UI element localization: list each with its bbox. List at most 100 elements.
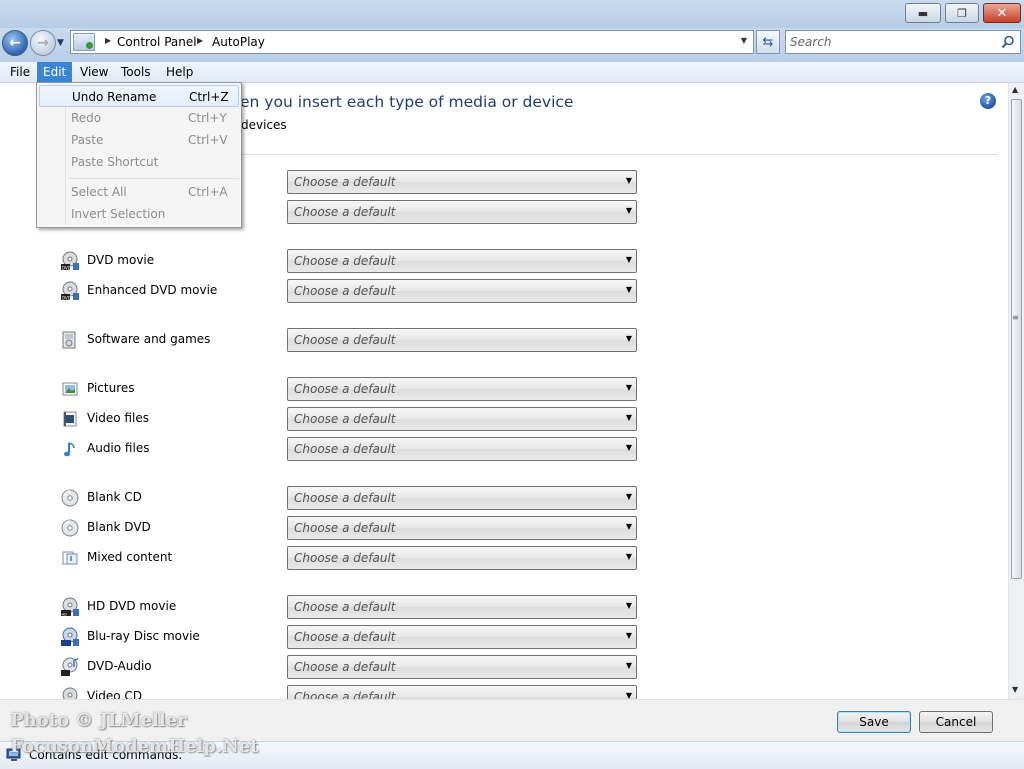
- default-action-select[interactable]: Choose a default ▼: [287, 655, 637, 679]
- chevron-down-icon[interactable]: ▼: [626, 383, 632, 392]
- menu-file[interactable]: File: [4, 62, 36, 82]
- mixed-content-icon: [60, 548, 80, 568]
- default-action-select[interactable]: Choose a default ▼: [287, 249, 637, 273]
- media-type-label: DVD-Audio: [87, 659, 152, 673]
- default-action-select[interactable]: Choose a default ▼: [287, 625, 637, 649]
- vertical-scrollbar[interactable]: ▲ ≡ ▼: [1008, 83, 1024, 699]
- default-action-select[interactable]: Choose a default ▼: [287, 170, 637, 194]
- default-action-select[interactable]: Choose a default ▼: [287, 328, 637, 352]
- refresh-button[interactable]: ⇆: [756, 30, 780, 54]
- media-type-label: Enhanced DVD movie: [87, 283, 218, 297]
- default-action-select[interactable]: Choose a default ▼: [287, 685, 637, 699]
- address-bar[interactable]: ▶ Control Panel ▶ AutoPlay ▼: [70, 30, 754, 54]
- chevron-down-icon[interactable]: ▼: [626, 661, 632, 670]
- combo-value: Choose a default: [294, 491, 396, 505]
- cancel-button[interactable]: Cancel: [919, 711, 993, 733]
- menu-edit[interactable]: Edit: [37, 62, 73, 82]
- menu-item-paste-shortcut[interactable]: Paste Shortcut: [39, 151, 239, 173]
- menu-help[interactable]: Help: [160, 62, 199, 82]
- default-action-select[interactable]: Choose a default ▼: [287, 546, 637, 570]
- maximize-button[interactable]: ❐: [945, 3, 979, 23]
- chevron-down-icon[interactable]: ▼: [626, 255, 632, 264]
- default-action-select[interactable]: Choose a default ▼: [287, 516, 637, 540]
- autoplay-row: DVD Enhanced DVD movie Choose a default ▼: [0, 279, 1000, 303]
- default-action-select[interactable]: Choose a default ▼: [287, 200, 637, 224]
- breadcrumb-autoplay[interactable]: AutoPlay: [212, 35, 265, 49]
- combo-value: Choose a default: [294, 175, 396, 189]
- magnifier-icon[interactable]: [1001, 35, 1015, 49]
- chevron-down-icon[interactable]: ▼: [626, 285, 632, 294]
- audio-files-icon: [60, 439, 80, 459]
- media-type-label: Pictures: [87, 381, 135, 395]
- navigation-bar: ← → ▼ ▶ Control Panel ▶ AutoPlay ▼ ⇆: [0, 28, 1024, 62]
- menu-item-label: Select All: [71, 185, 127, 199]
- search-input[interactable]: [790, 34, 990, 50]
- default-action-select[interactable]: Choose a default ▼: [287, 437, 637, 461]
- chevron-down-icon[interactable]: ▼: [626, 492, 632, 501]
- media-type-label: Audio files: [87, 441, 150, 455]
- combo-value: Choose a default: [294, 254, 396, 268]
- default-action-select[interactable]: Choose a default ▼: [287, 486, 637, 510]
- back-button[interactable]: ←: [2, 30, 28, 56]
- chevron-down-icon[interactable]: ▼: [626, 206, 632, 215]
- blank-disc-icon: [60, 488, 80, 508]
- menu-item-shortcut: Ctrl+V: [188, 133, 228, 147]
- default-action-select[interactable]: Choose a default ▼: [287, 407, 637, 431]
- video-cd-icon: [60, 687, 80, 699]
- menu-tools[interactable]: Tools: [115, 62, 157, 82]
- dvd-movie-icon: DVD: [60, 281, 80, 301]
- close-button[interactable]: ✕: [983, 3, 1021, 23]
- address-dropdown-icon[interactable]: ▼: [741, 36, 747, 45]
- search-box[interactable]: [785, 30, 1021, 54]
- chevron-down-icon[interactable]: ▼: [626, 552, 632, 561]
- scrollbar-thumb[interactable]: [1011, 99, 1022, 579]
- dvd-movie-icon: DVD: [60, 251, 80, 271]
- pictures-icon: [60, 379, 80, 399]
- breadcrumb-control-panel[interactable]: Control Panel: [117, 35, 197, 49]
- chevron-down-icon[interactable]: ▼: [626, 522, 632, 531]
- svg-text:HD: HD: [62, 612, 68, 616]
- autoplay-row: DVD-Audio Choose a default ▼: [0, 655, 1000, 679]
- chevron-down-icon[interactable]: ▼: [626, 443, 632, 452]
- scroll-down-icon[interactable]: ▼: [1012, 685, 1018, 694]
- combo-value: Choose a default: [294, 284, 396, 298]
- minimize-button[interactable]: ▬: [905, 3, 941, 23]
- default-action-select[interactable]: Choose a default ▼: [287, 279, 637, 303]
- page-heading: en you insert each type of media or devi…: [240, 93, 574, 111]
- media-type-label: Blank CD: [87, 490, 142, 504]
- default-action-select[interactable]: Choose a default ▼: [287, 377, 637, 401]
- bluray-icon: [60, 627, 80, 647]
- menu-item-shortcut: Ctrl+A: [188, 185, 228, 199]
- autoplay-row: Blank DVD Choose a default ▼: [0, 516, 1000, 540]
- menu-item-label: Undo Rename: [72, 90, 157, 104]
- scroll-up-icon[interactable]: ▲: [1012, 85, 1018, 94]
- breadcrumb-separator[interactable]: ▶: [105, 36, 111, 45]
- menu-item-paste[interactable]: Paste Ctrl+V: [39, 129, 239, 151]
- media-type-label: DVD movie: [87, 253, 155, 267]
- forward-button[interactable]: →: [30, 30, 56, 56]
- menu-item-label: Paste: [71, 133, 104, 147]
- menu-item-select-all[interactable]: Select All Ctrl+A: [39, 181, 239, 203]
- chevron-down-icon[interactable]: ▼: [626, 176, 632, 185]
- breadcrumb-separator[interactable]: ▶: [197, 36, 203, 45]
- help-icon[interactable]: ?: [980, 93, 996, 109]
- autoplay-row: Software and games Choose a default ▼: [0, 328, 1000, 352]
- menu-item-undo-rename[interactable]: Undo Rename Ctrl+Z: [39, 85, 239, 107]
- media-type-label: Mixed content: [87, 550, 173, 564]
- svg-text:DVD: DVD: [62, 295, 71, 300]
- menu-item-redo[interactable]: Redo Ctrl+Y: [39, 107, 239, 129]
- chevron-down-icon[interactable]: ▼: [626, 601, 632, 610]
- save-button[interactable]: Save: [837, 711, 911, 733]
- chevron-down-icon[interactable]: ▼: [626, 413, 632, 422]
- menu-item-label: Invert Selection: [71, 207, 166, 221]
- default-action-select[interactable]: Choose a default ▼: [287, 595, 637, 619]
- menu-view[interactable]: View: [74, 62, 114, 82]
- menu-item-label: Paste Shortcut: [71, 155, 159, 169]
- blank-disc-icon: [60, 518, 80, 538]
- chevron-down-icon[interactable]: ▼: [626, 334, 632, 343]
- chevron-down-icon[interactable]: ▼: [626, 691, 632, 699]
- recent-pages-dropdown[interactable]: ▼: [57, 38, 64, 48]
- combo-value: Choose a default: [294, 442, 396, 456]
- chevron-down-icon[interactable]: ▼: [626, 631, 632, 640]
- menu-item-invert-selection[interactable]: Invert Selection: [39, 203, 239, 225]
